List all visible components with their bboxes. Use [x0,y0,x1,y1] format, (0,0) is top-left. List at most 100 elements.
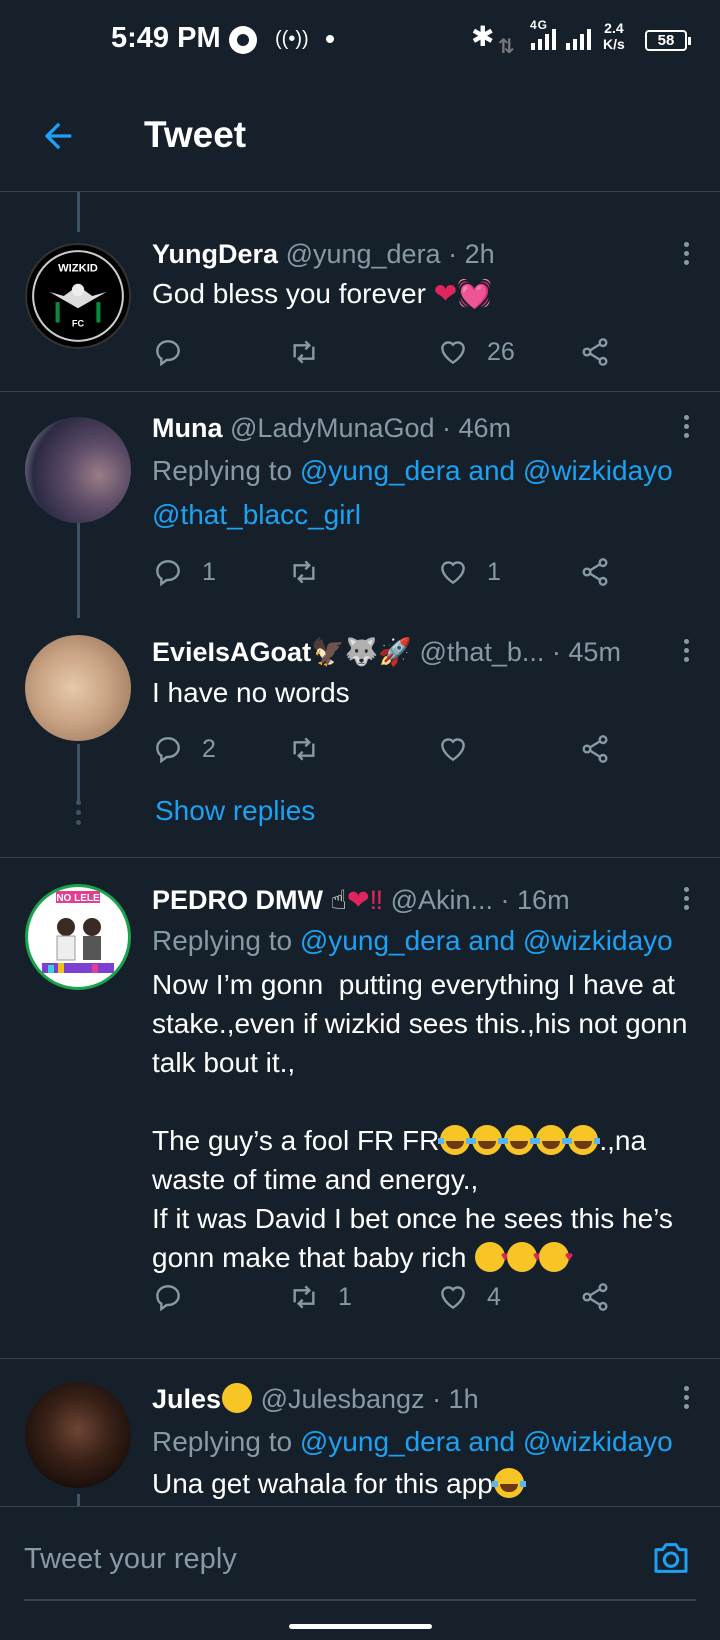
reply-button[interactable]: 1 [152,552,216,592]
retweet-button[interactable]: 1 [288,1277,352,1317]
name-emojis: 🦅🐺🚀 [311,637,412,667]
tweet-actions: 2 [152,729,622,769]
avatar[interactable] [25,417,131,523]
tears-of-joy-emoji [502,1125,537,1155]
mention-link[interactable]: @yung_dera and @wizkidayo [300,1426,673,1457]
reply-composer: Tweet your reply [0,1506,720,1640]
display-name[interactable]: Muna [152,413,223,443]
avatar[interactable]: NO LELE [25,884,131,990]
signal-icon-2 [566,28,591,50]
whatsapp-icon [229,26,257,54]
home-indicator[interactable] [289,1624,432,1629]
retweet-button[interactable] [288,729,320,769]
show-replies-link[interactable]: Show replies [155,795,315,827]
thread-line [77,1494,80,1506]
share-button[interactable] [579,1277,611,1317]
retweet-icon [293,560,315,584]
heart-icon [441,561,465,585]
like-button[interactable]: 1 [437,552,501,592]
heart-icon [441,738,465,762]
tweet-body: Una get wahala for this app [152,1464,690,1503]
svg-text:NO LELE: NO LELE [56,893,100,904]
signal-icon [531,28,556,50]
more-options-icon[interactable] [682,1386,690,1412]
avatar[interactable]: WIZKID FC [25,243,131,349]
more-options-icon[interactable] [682,415,690,441]
tweet-body: I have no words [152,677,350,708]
retweet-button[interactable] [288,332,338,372]
reply-icon [156,1285,180,1312]
data-arrows-icon: ⇅ [498,36,516,58]
replying-to: Replying to @yung_dera and @wizkidayo [152,1426,673,1457]
reply-input[interactable]: Tweet your reply [24,1543,237,1576]
mention-link[interactable]: @that_blacc_girl [152,499,361,530]
name-emojis: ☝❤‼ [330,885,384,915]
battery-icon: 58 [645,30,691,51]
tweet-jules[interactable]: Jules @Julesbangz · 1h Replying to @yung… [0,1360,720,1506]
display-name[interactable]: EvieIsAGoat [152,637,311,667]
avatar[interactable] [25,1382,131,1488]
more-options-icon[interactable] [682,639,690,665]
like-button[interactable]: 4 [437,1277,501,1317]
handle-and-time: @yung_dera · 2h [285,239,495,269]
mention-link[interactable]: @yung_dera and @wizkidayo [300,455,673,486]
share-button[interactable] [579,552,611,592]
reply-button[interactable]: 2 [152,729,216,769]
kissing-heart-emoji [539,1237,573,1276]
avatar[interactable] [25,635,131,741]
like-button[interactable]: 26 [437,332,515,372]
replying-to: Replying to @yung_dera and @wizkidayo [152,925,673,956]
display-name[interactable]: YungDera [152,239,278,269]
hotspot-icon: ((•)) [275,28,309,50]
retweet-icon [293,340,315,364]
tweet-actions: 1 4 [152,1277,622,1317]
reply-icon [156,340,180,367]
tweet-yungdera[interactable]: WIZKID FC YungDera @yung_dera · 2h God b… [0,192,720,392]
display-name[interactable]: Jules [152,1384,221,1414]
tweet-muna[interactable]: Muna @LadyMunaGod · 46m Replying to @yun… [0,393,720,618]
reply-icon [156,560,180,587]
kissing-heart-emoji [507,1237,541,1276]
tweet-body: God bless you forever ❤💓 [152,278,493,309]
reply-button[interactable] [152,1277,202,1317]
reply-button[interactable] [152,332,202,372]
svg-text:FC: FC [72,319,85,329]
share-button[interactable] [579,332,611,372]
network-speed: 2.4 K/s [603,20,625,52]
more-options-icon[interactable] [682,242,690,268]
grinning-squint-emoji [438,1125,473,1155]
heart-icon [441,1286,465,1310]
tweet-actions: 1 1 [152,552,622,592]
page-title: Tweet [144,114,247,155]
heart-icon [441,341,465,365]
share-icon [582,338,608,366]
like-button[interactable] [437,729,469,769]
replying-to: Replying to @yung_dera and @wizkidayo @t… [152,455,673,530]
tweet-pedro[interactable]: NO LELE PEDRO DMW ☝❤‼ @Akin... · 16m Rep… [0,859,720,1359]
handle-and-time: @Julesbangz · 1h [260,1384,479,1414]
handle-and-time: @that_b... · 45m [419,637,620,667]
tears-of-joy-emoji [491,1468,526,1498]
arrow-left-icon[interactable] [38,116,78,156]
thread-line [77,744,80,804]
retweet-icon [293,737,315,761]
thread-dots [74,800,82,830]
camera-icon[interactable] [651,1538,691,1578]
tweet-header: Muna @LadyMunaGod · 46m [152,411,650,445]
tears-of-joy-emoji [534,1125,569,1155]
tweet-header: EvieIsAGoat🦅🐺🚀 @that_b... · 45m [152,635,620,669]
tears-of-joy-emoji [566,1125,601,1155]
tweet-evie[interactable]: EvieIsAGoat🦅🐺🚀 @that_b... · 45m I have n… [0,611,720,858]
share-icon [582,558,608,586]
display-name[interactable]: PEDRO DMW [152,885,323,915]
red-heart-emoji: ❤ [433,278,458,309]
more-options-icon[interactable] [682,887,690,913]
mention-link[interactable]: @yung_dera and @wizkidayo [300,925,673,956]
tweet-body: Now I’m gonn putting everything I have a… [152,965,690,1277]
retweet-button[interactable] [288,552,338,592]
share-button[interactable] [579,729,611,769]
status-time: 5:49 PM [111,22,221,54]
tweet-actions: 26 [152,332,622,372]
handle-and-time: @Akin... · 16m [390,885,570,915]
tweet-header: PEDRO DMW ☝❤‼ @Akin... · 16m [152,883,620,917]
